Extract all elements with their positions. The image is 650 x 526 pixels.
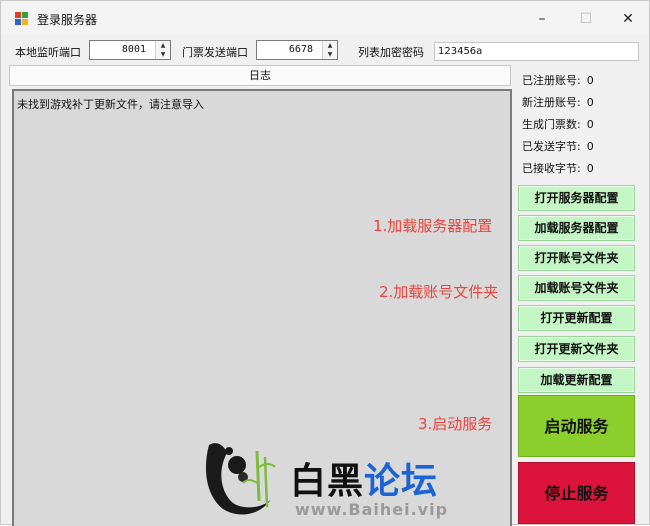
stat-bytes-received: 已接收字节: 0 (522, 162, 594, 175)
open-update-config-button[interactable]: 打开更新配置 (518, 305, 635, 331)
open-account-folder-button[interactable]: 打开账号文件夹 (518, 245, 635, 271)
load-account-folder-button[interactable]: 加载账号文件夹 (518, 275, 635, 301)
stat-new-registered: 新注册账号: 0 (522, 96, 594, 109)
down-arrow-icon[interactable]: ▼ (156, 50, 170, 59)
open-server-config-button[interactable]: 打开服务器配置 (518, 185, 635, 211)
down-arrow-icon[interactable]: ▼ (323, 50, 337, 59)
minimize-button[interactable]: – (519, 5, 565, 33)
annotation-step-3: 3.启动服务 (418, 415, 493, 433)
annotation-step-1: 1.加载服务器配置 (373, 217, 493, 235)
listen-port-label: 本地监听端口 (15, 46, 81, 59)
ticket-port-arrows[interactable]: ▲ ▼ (322, 41, 337, 59)
password-field[interactable]: 123456a (434, 42, 639, 61)
watermark-url: www.Baihei.vip (295, 500, 449, 519)
app-icon (15, 12, 29, 26)
stat-bytes-sent: 已发送字节: 0 (522, 140, 594, 153)
window-title: 登录服务器 (37, 13, 98, 27)
panda-logo-icon (205, 443, 276, 515)
open-update-folder-button[interactable]: 打开更新文件夹 (518, 336, 635, 362)
password-value[interactable]: 123456a (438, 46, 482, 57)
password-label: 列表加密密码 (358, 46, 424, 59)
ticket-port-label: 门票发送端口 (182, 46, 248, 59)
up-arrow-icon[interactable]: ▲ (156, 41, 170, 50)
close-button[interactable]: ✕ (605, 5, 650, 33)
log-line: 未找到游戏补丁更新文件，请注意导入 (17, 98, 204, 111)
load-update-config-button[interactable]: 加载更新配置 (518, 367, 635, 393)
up-arrow-icon[interactable]: ▲ (323, 41, 337, 50)
login-server-window: 登录服务器 – ☐ ✕ 本地监听端口 8001 ▲ ▼ 门票发送端口 6678 ▲… (0, 0, 650, 526)
stop-service-button[interactable]: 停止服务 (518, 462, 635, 524)
ticket-port-stepper[interactable]: 6678 ▲ ▼ (256, 40, 338, 60)
listen-port-stepper[interactable]: 8001 ▲ ▼ (89, 40, 171, 60)
load-server-config-button[interactable]: 加载服务器配置 (518, 215, 635, 241)
ticket-port-value[interactable]: 6678 (289, 44, 313, 55)
start-service-button[interactable]: 启动服务 (518, 395, 635, 457)
listen-port-arrows[interactable]: ▲ ▼ (155, 41, 170, 59)
stat-tickets: 生成门票数: 0 (522, 118, 594, 131)
title-bar: 登录服务器 – ☐ ✕ (1, 1, 649, 35)
listen-port-value[interactable]: 8001 (122, 44, 146, 55)
watermark-text: 白黑论坛 (290, 461, 439, 502)
log-header: 日志 (9, 65, 511, 86)
maximize-button[interactable]: ☐ (563, 5, 609, 33)
stat-registered: 已注册账号: 0 (522, 74, 594, 87)
annotation-step-2: 2.加载账号文件夹 (379, 283, 499, 301)
